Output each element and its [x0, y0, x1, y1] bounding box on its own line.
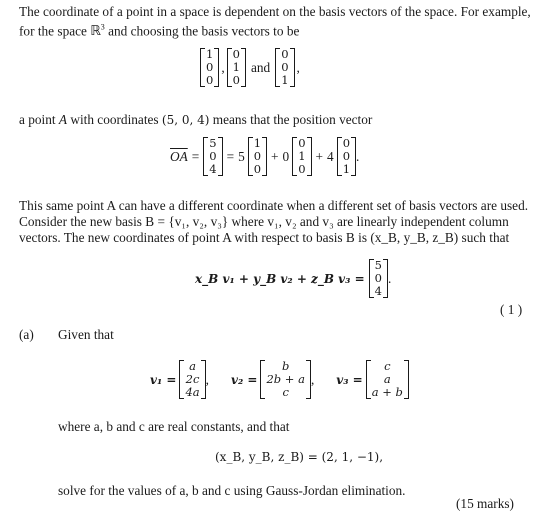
- basis-e3: 001: [336, 137, 357, 176]
- para2-line-3: vectors. The new coordinates of point A …: [19, 230, 510, 245]
- vector-v3: caa + b: [365, 360, 409, 399]
- and-text: and: [250, 59, 271, 75]
- equation-number: ( 1 ): [500, 302, 523, 317]
- para2-line-2: Consider the new basis B = {v₁, v₂, v₃} …: [19, 214, 509, 229]
- equation-1-rhs: 504: [368, 259, 388, 298]
- basis-e1: 100: [247, 137, 268, 176]
- position-vector-equation: OA = 504 = 5 100 +0 010 +4 001 .: [170, 136, 360, 176]
- new-basis-paragraph: This same point A can have a different c…: [19, 198, 531, 246]
- intro-line-2: for the space ℝ3 and choosing the basis …: [19, 20, 531, 39]
- marks-label: (15 marks): [456, 496, 514, 511]
- real-space-symbol: ℝ3: [90, 23, 105, 39]
- point-a-line: a point A with coordinates (5, 0, 4) mea…: [19, 112, 373, 127]
- intro-text: for the space: [19, 23, 91, 39]
- basis-vector-e3: 001: [275, 48, 295, 87]
- equation-1: x_B v₁ + y_B v₂ + z_B v₃ = 504 .: [195, 258, 392, 298]
- vector-v2: b 2b + ac: [260, 360, 311, 399]
- intro-paragraph: The coordinate of a point in a space is …: [19, 4, 531, 39]
- equation-1-lhs: x_B v₁ + y_B v₂ + z_B v₃ =: [195, 271, 365, 286]
- part-a-label: (a): [19, 327, 34, 342]
- solve-instruction: solve for the values of a, b and c using…: [58, 483, 406, 498]
- comma: ,: [296, 59, 300, 75]
- intro-line-1: The coordinate of a point in a space is …: [19, 4, 531, 19]
- given-that-text: Given that: [58, 327, 114, 342]
- v3-label: v₃ =: [336, 372, 363, 387]
- vector-oa-label: OA: [170, 148, 188, 164]
- comma: ,: [221, 59, 225, 75]
- basis-e2: 010: [292, 137, 312, 176]
- basis-vector-e1: 100: [200, 48, 220, 87]
- vector-oa: 504: [203, 137, 223, 176]
- para2-line-1: This same point A can have a different c…: [19, 198, 529, 213]
- v2-label: v₂ =: [230, 372, 258, 387]
- v1-label: v₁ =: [150, 372, 177, 387]
- vectors-definition: v₁ = a 2c 4a , v₂ = b 2b + ac , v₃ = caa + …: [150, 360, 409, 399]
- constants-text: where a, b and c are real constants, and…: [58, 419, 290, 434]
- standard-basis-vectors: 100 , 010 and 001 ,: [200, 48, 300, 87]
- coordinates-equation: (x_B, y_B, z_B) = (2, 1, −1),: [215, 450, 384, 464]
- vector-v1: a 2c 4a: [179, 360, 206, 399]
- intro-text-2: and choosing the basis vectors to be: [104, 23, 300, 39]
- basis-vector-e2: 010: [226, 48, 246, 87]
